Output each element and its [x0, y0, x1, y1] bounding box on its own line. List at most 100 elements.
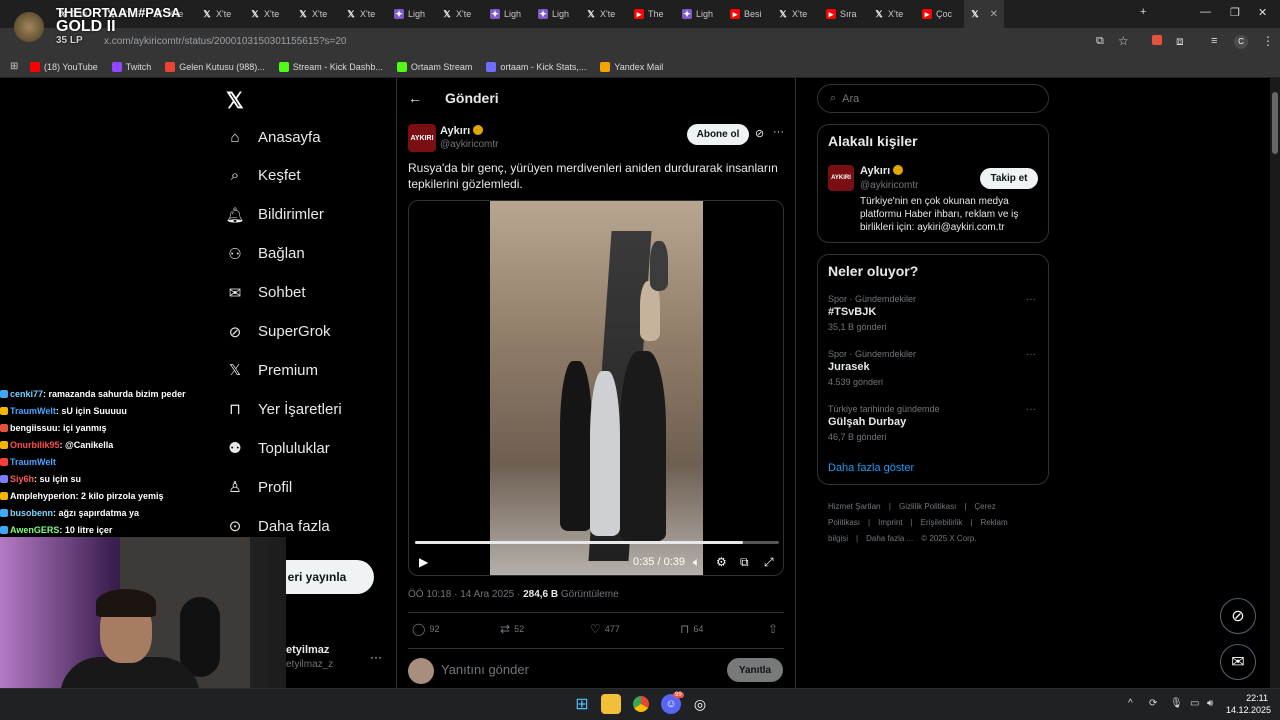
video-progress-bar[interactable] [415, 541, 779, 544]
tray-monitor-icon[interactable]: ▭ [1190, 698, 1199, 709]
nav-item[interactable]: ⊓ Yer İşaretleri [226, 400, 342, 419]
media-icon[interactable]: ≡ [1211, 35, 1217, 47]
bookmark-item[interactable]: (18) YouTube [30, 61, 98, 72]
nav-item[interactable]: ⊘ SuperGrok [226, 323, 331, 341]
back-arrow-icon[interactable]: ← [408, 90, 422, 106]
account-more-icon[interactable]: ··· [370, 650, 382, 664]
extension-icon[interactable] [1152, 35, 1162, 45]
browser-tab[interactable]: ✦ Ligh [532, 0, 580, 28]
nav-item[interactable]: ♙ Profil [226, 478, 292, 497]
bookmark-item[interactable]: Stream - Kick Dashb... [278, 61, 383, 72]
trend-more-icon[interactable]: ··· [1026, 349, 1036, 360]
nav-item[interactable]: 🔔︎ Bildirimler [225, 206, 323, 224]
active-browser-tab[interactable]: 𝕏 ✕ [964, 0, 1004, 28]
fullscreen-icon[interactable]: ⤢ [764, 555, 774, 570]
footer-link[interactable]: © 2025 X Corp. [921, 534, 976, 543]
account-name[interactable]: etyilmaz [286, 644, 329, 656]
tray-volume-icon[interactable]: 🔊︎ [1207, 698, 1213, 709]
footer-link[interactable]: Erişilebilirlik [921, 518, 963, 527]
puzzle-icon[interactable]: ⧈ [1176, 34, 1184, 49]
browser-tab[interactable]: 𝕏 X'te [244, 0, 292, 28]
menu-icon[interactable]: ⋮ [1262, 34, 1274, 48]
share-action[interactable]: ⇧ [768, 622, 778, 636]
subscribe-button[interactable]: Abone ol [687, 124, 749, 145]
browser-tab[interactable]: ✦ Ligh [484, 0, 532, 28]
nav-item[interactable]: ✉ Sohbet [226, 284, 306, 302]
browser-tab[interactable]: ▸ Besi [724, 0, 772, 28]
maximize-button[interactable]: ❐ [1230, 6, 1240, 19]
chat-username[interactable]: TraumWelt [10, 406, 56, 416]
search-input[interactable]: ⌕ Ara [817, 84, 1049, 113]
scrollbar-thumb[interactable] [1272, 92, 1278, 154]
browser-tab[interactable]: ▸ The [628, 0, 676, 28]
user-avatar[interactable] [408, 658, 434, 684]
nav-item[interactable]: ⌂ Anasayfa [226, 128, 320, 146]
browser-tab[interactable]: ✦ Ligh [676, 0, 724, 28]
pip-icon[interactable]: ⧉ [740, 555, 749, 570]
nav-item[interactable]: ⊙ Daha fazla [226, 517, 330, 536]
browser-tab[interactable]: 𝕏 X'te [196, 0, 244, 28]
bookmark-item[interactable]: Ortaam Stream [396, 61, 472, 72]
related-avatar[interactable]: AYKIRI [828, 165, 854, 191]
author-name[interactable]: Aykırı [440, 125, 484, 137]
browser-tab[interactable]: 𝕏 X'te [340, 0, 388, 28]
follow-button[interactable]: Takip et [980, 168, 1038, 189]
footer-link[interactable]: Hizmet Şartları [828, 502, 881, 511]
author-handle[interactable]: @aykiricomtr [440, 139, 499, 150]
grok-icon[interactable]: ⊘ [755, 127, 764, 140]
browser-tab[interactable]: 𝕏 X'te [580, 0, 628, 28]
reply-action[interactable]: ◯ 92 [412, 622, 439, 636]
apps-icon[interactable]: ⊞ [10, 61, 18, 72]
trend-name[interactable]: Jurasek [828, 361, 870, 373]
author-avatar[interactable]: AYKIRI [408, 124, 436, 152]
bookmark-item[interactable]: Twitch [111, 61, 151, 72]
chat-username[interactable]: busobenn [10, 508, 53, 518]
more-icon[interactable]: ··· [773, 126, 784, 138]
nav-item[interactable]: 𝕏 Premium [226, 361, 318, 380]
chat-username[interactable]: bengiissuu [10, 423, 58, 433]
file-explorer-icon[interactable] [601, 694, 621, 714]
settings-icon[interactable]: ⚙ [716, 555, 727, 569]
chat-username[interactable]: Siy6h [10, 474, 34, 484]
browser-tab[interactable]: 𝕏 X'te [772, 0, 820, 28]
system-clock[interactable]: 22:11 14.12.2025 [1226, 692, 1271, 716]
grok-fab-icon[interactable]: ⊘ [1220, 598, 1256, 634]
repost-action[interactable]: ⇄ 52 [500, 622, 524, 636]
close-tab-icon[interactable]: ✕ [990, 9, 998, 20]
chat-username[interactable]: TraumWelt [10, 457, 56, 467]
messages-fab-icon[interactable]: ✉ [1220, 644, 1256, 680]
related-name[interactable]: Aykırı [860, 165, 904, 177]
browser-tab[interactable]: 𝕏 X'te [292, 0, 340, 28]
chrome-icon[interactable] [631, 694, 651, 714]
volume-icon[interactable]: 🔈︎ [693, 555, 700, 570]
browser-tab[interactable]: 𝕏 X'te [868, 0, 916, 28]
chat-username[interactable]: cenki77 [10, 389, 43, 399]
nav-item[interactable]: ⚇ Bağlan [226, 245, 304, 263]
star-icon[interactable]: ☆ [1118, 34, 1129, 48]
tray-sync-icon[interactable]: ⟳ [1149, 698, 1157, 709]
bookmark-item[interactable]: Gelen Kutusu (988)... [165, 61, 265, 72]
browser-tab[interactable]: ▸ Çoc [916, 0, 964, 28]
chat-username[interactable]: Onurbilik95 [10, 440, 60, 450]
trend-name[interactable]: #TSvBJK [828, 306, 876, 318]
close-window-button[interactable]: ✕ [1258, 6, 1267, 19]
related-handle[interactable]: @aykiricomtr [860, 180, 919, 191]
chat-username[interactable]: Amplehyperion [10, 491, 76, 501]
show-more-link[interactable]: Daha fazla göster [828, 462, 914, 474]
nav-item[interactable]: ⌕ Keşfet [226, 167, 301, 185]
bookmark-action[interactable]: ⊓ 64 [680, 622, 703, 636]
video-player[interactable]: ▶ 0:35 / 0:39 🔈︎ ⚙ ⧉ ⤢ [408, 200, 784, 576]
bookmark-item[interactable]: Yandex Mail [600, 61, 663, 72]
tray-mic-icon[interactable]: 🎙︎ [1170, 698, 1183, 709]
reply-button[interactable]: Yanıtla [727, 658, 783, 682]
install-icon[interactable]: ⧉ [1096, 35, 1104, 48]
profile-avatar-icon[interactable]: C [1234, 35, 1248, 49]
nav-item[interactable]: ⚉ Topluluklar [226, 439, 329, 458]
trend-more-icon[interactable]: ··· [1026, 294, 1036, 305]
like-action[interactable]: ♡ 477 [590, 622, 620, 636]
bookmark-item[interactable]: ortaam - Kick Stats,... [486, 61, 586, 72]
footer-link[interactable]: Imprint [878, 518, 902, 527]
reply-input[interactable]: Yanıtını gönder [441, 662, 529, 677]
trend-name[interactable]: Gülşah Durbay [828, 416, 906, 428]
trend-more-icon[interactable]: ··· [1026, 404, 1036, 415]
